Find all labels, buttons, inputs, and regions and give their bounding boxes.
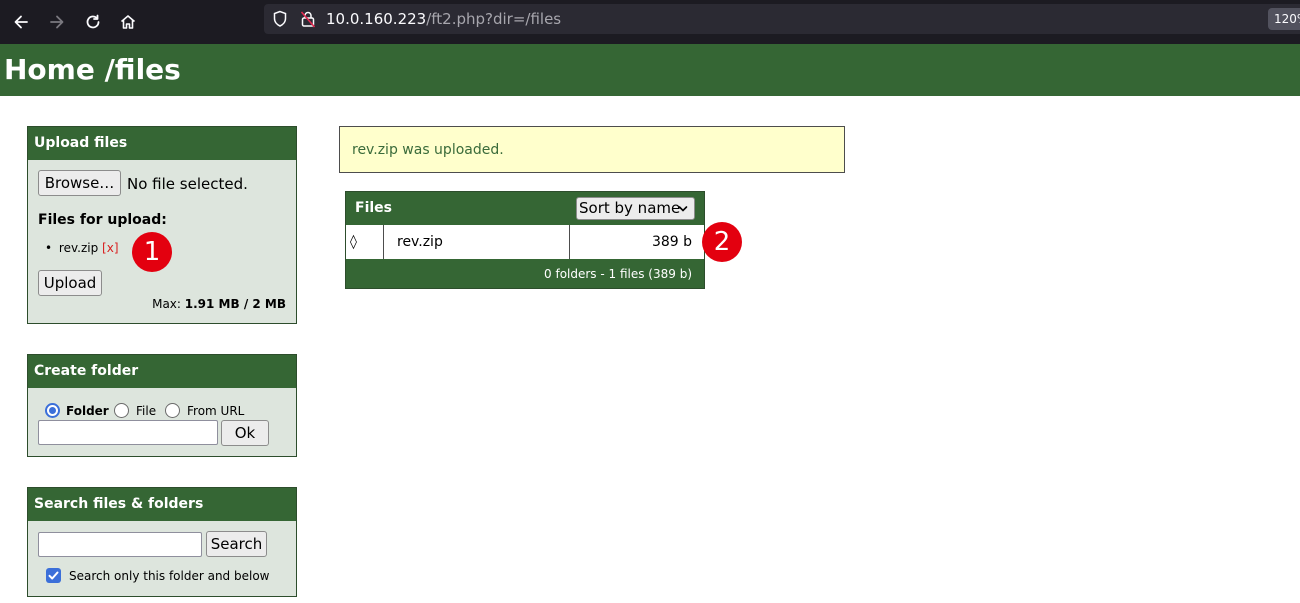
chevron-down-icon <box>678 206 688 212</box>
back-button[interactable] <box>6 7 36 37</box>
arrow-left-icon <box>14 15 28 29</box>
browser-toolbar: 10.0.160.223/ft2.php?dir=/files 120% <box>0 0 1300 44</box>
files-table: Files Sort by name ◊ rev.zip 389 b 0 fol… <box>345 191 705 289</box>
arrow-right-icon <box>50 15 64 29</box>
forward-button[interactable] <box>42 7 72 37</box>
upload-panel: Upload files Browse… No file selected. F… <box>27 126 297 324</box>
page-title: Home /files <box>4 53 181 86</box>
url-host: 10.0.160.223 <box>326 10 427 28</box>
files-table-header: Files Sort by name <box>346 192 704 225</box>
reload-icon <box>86 14 100 29</box>
from-url-radio[interactable] <box>165 403 180 418</box>
max-size-value: 1.91 MB / 2 MB <box>184 297 286 311</box>
upload-button[interactable]: Upload <box>38 270 102 296</box>
search-panel: Search files & folders Search Search onl… <box>27 487 297 597</box>
folder-name-input[interactable] <box>38 420 218 445</box>
bullet: • <box>45 241 53 255</box>
files-summary: 0 folders - 1 files (389 b) <box>544 267 692 281</box>
ok-button[interactable]: Ok <box>221 420 269 446</box>
file-radio[interactable] <box>114 403 129 418</box>
max-size-prefix: Max: <box>152 297 185 311</box>
search-scope-label: Search only this folder and below <box>69 569 270 583</box>
reload-button[interactable] <box>78 7 108 37</box>
file-radio-label: File <box>136 404 157 418</box>
queued-file-name: rev.zip <box>58 241 99 255</box>
page-header: Home /files <box>0 44 1300 96</box>
annotation-marker-1: 1 <box>132 232 172 272</box>
sort-select-value: Sort by name <box>579 199 681 217</box>
annotation-marker-2: 2 <box>702 222 742 262</box>
table-row[interactable]: ◊ rev.zip 389 b <box>346 225 704 259</box>
folder-radio[interactable] <box>45 403 60 418</box>
max-size-text: Max: 1.91 MB / 2 MB <box>152 297 286 311</box>
insecure-lock-icon <box>300 11 316 28</box>
queued-file-item: • rev.zip [x] <box>45 241 119 255</box>
notice-message: rev.zip was uploaded. <box>352 142 504 158</box>
create-folder-panel-title: Create folder <box>28 355 296 388</box>
home-icon <box>120 15 136 29</box>
search-scope-checkbox[interactable] <box>46 568 61 583</box>
search-button[interactable]: Search <box>206 531 267 557</box>
no-file-selected-text: No file selected. <box>127 175 248 193</box>
files-table-title: Files <box>355 200 392 216</box>
zoom-level-badge[interactable]: 120% <box>1268 8 1300 30</box>
shield-icon <box>273 10 287 27</box>
url-bar[interactable]: 10.0.160.223/ft2.php?dir=/files <box>264 4 1300 34</box>
url-text: 10.0.160.223/ft2.php?dir=/files <box>326 10 561 28</box>
files-table-footer: 0 folders - 1 files (389 b) <box>346 259 704 288</box>
files-for-upload-label: Files for upload: <box>38 212 167 228</box>
home-button[interactable] <box>113 7 143 37</box>
upload-success-notice: rev.zip was uploaded. <box>339 126 845 173</box>
search-panel-title: Search files & folders <box>28 488 296 521</box>
browse-button[interactable]: Browse… <box>38 170 121 196</box>
checkmark-icon <box>48 571 59 580</box>
file-name-link[interactable]: rev.zip <box>384 225 570 259</box>
url-path: /ft2.php?dir=/files <box>426 10 562 28</box>
create-folder-panel: Create folder Folder File From URL Ok <box>27 354 297 457</box>
from-url-radio-label: From URL <box>187 404 245 418</box>
sort-select[interactable]: Sort by name <box>576 197 695 220</box>
upload-panel-title: Upload files <box>28 127 296 160</box>
search-input[interactable] <box>38 532 202 557</box>
folder-radio-label: Folder <box>66 404 109 418</box>
file-type-icon: ◊ <box>346 225 384 259</box>
file-size: 389 b <box>651 234 692 250</box>
remove-file-link[interactable]: [x] <box>102 241 118 255</box>
